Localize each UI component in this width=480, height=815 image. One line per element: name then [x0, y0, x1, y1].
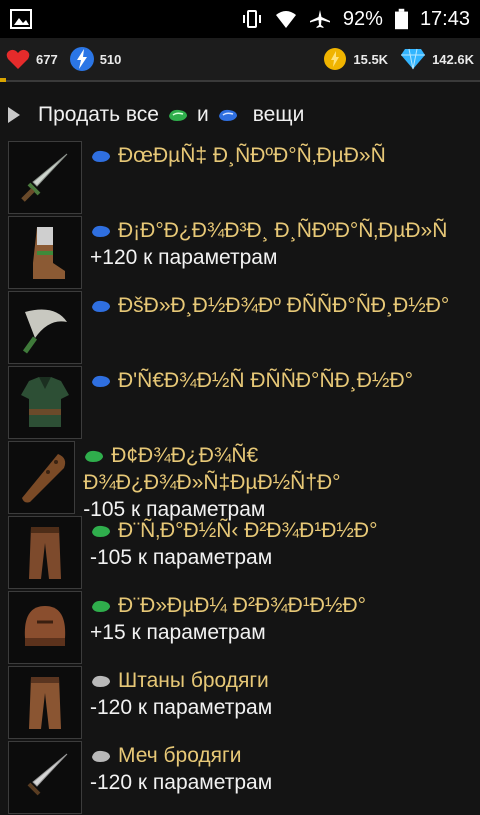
item-thumbnail: [8, 741, 82, 814]
wifi-icon: [275, 11, 296, 28]
item-name: ÐœÐµÑ‡ Ð¸ÑÐºÐ°Ñ‚ÐµÐ»Ñ: [118, 144, 386, 167]
sell-suffix: вещи: [252, 103, 305, 126]
list-item[interactable]: ÐœÐµÑ‡ Ð¸ÑÐºÐ°Ñ‚ÐµÐ»Ñ: [0, 140, 480, 215]
green-gem-icon: [168, 109, 187, 121]
energy-counter: 510: [69, 46, 122, 72]
blue-gem-icon: [92, 226, 110, 238]
gold-counter: 15.5K: [323, 47, 388, 71]
heart-icon: [6, 49, 30, 69]
item-thumbnail: [8, 141, 82, 214]
blue-gem-icon: [92, 151, 110, 163]
item-name: Ð'Ñ€Ð¾Ð½Ñ ÐÑÑÐ°ÑÐ¸Ð½Ð°: [118, 369, 414, 392]
list-item[interactable]: Ð¨Ñ‚Ð°Ð½Ñ‹ Ð²Ð¾Ð¹Ð½Ð° -105 к параметрам: [0, 515, 480, 590]
resource-bar: 677 510 15.5K 142.6K: [0, 38, 480, 82]
item-thumbnail: [8, 666, 82, 739]
sell-prefix: Продать все: [38, 103, 159, 126]
airplane-icon: [309, 10, 330, 28]
item-thumbnail: [8, 291, 82, 364]
sell-all-button[interactable]: Продать все и вещи: [0, 90, 480, 140]
item-thumbnail: [8, 591, 82, 664]
list-item[interactable]: Ð'Ñ€Ð¾Ð½Ñ ÐÑÑÐ°ÑÐ¸Ð½Ð°: [0, 365, 480, 440]
pants-icon: [29, 676, 61, 729]
gray-gem-icon: [92, 676, 110, 688]
item-name: Штаны бродяги: [118, 669, 269, 692]
health-counter: 677: [6, 48, 58, 70]
item-thumbnail: [8, 366, 82, 439]
gray-gem-icon: [92, 751, 110, 763]
lightning-icon: [69, 47, 94, 71]
dagger-icon: [22, 309, 67, 353]
battery-icon: [394, 8, 408, 30]
item-thumbnail: [8, 516, 82, 589]
image-icon: [10, 9, 32, 29]
clock: 17:43: [419, 7, 470, 30]
list-item[interactable]: ÐšÐ»Ð¸Ð½Ð¾Ðº ÐÑÑÐ°ÑÐ¸Ð½Ð°: [0, 290, 480, 365]
energy-value: 510: [99, 51, 122, 67]
item-list: ÐœÐµÑ‡ Ð¸ÑÐºÐ°Ñ‚ÐµÐ»Ñ Ð¡Ð°Ð¿Ð¾Ð³Ð¸ Ð¸ÑÐº…: [0, 140, 480, 815]
green-gem-icon: [92, 601, 110, 613]
list-item[interactable]: Ð¡Ð°Ð¿Ð¾Ð³Ð¸ Ð¸ÑÐºÐ°Ñ‚ÐµÐ»Ñ +120 к парам…: [0, 215, 480, 290]
item-name: Ð¡Ð°Ð¿Ð¾Ð³Ð¸ Ð¸ÑÐºÐ°Ñ‚ÐµÐ»Ñ: [118, 219, 448, 242]
club-icon: [21, 453, 65, 502]
crystal-counter: 142.6K: [400, 48, 474, 70]
crystal-value: 142.6K: [432, 51, 474, 67]
item-name: Ð¨Ð»ÐµÐ¼ Ð²Ð¾Ð¹Ð½Ð°: [118, 594, 367, 617]
item-name: Ð¨Ñ‚Ð°Ð½Ñ‹ Ð²Ð¾Ð¹Ð½Ð°: [118, 519, 378, 542]
green-gem-icon: [85, 451, 104, 463]
item-stat: -120 к параметрам: [90, 771, 273, 794]
play-icon: [8, 107, 20, 123]
diamond-icon: [401, 48, 426, 70]
item-thumbnail: [8, 441, 76, 514]
green-gem-icon: [92, 526, 110, 538]
vibrate-icon: [242, 10, 261, 28]
item-thumbnail: [8, 216, 82, 289]
boots-icon: [33, 226, 65, 279]
item-stat: -120 к параметрам: [90, 696, 273, 719]
gold-coin-icon: [324, 48, 347, 70]
blue-gem-icon: [218, 109, 237, 121]
blue-gem-icon: [92, 301, 110, 313]
item-stat: +15 к параметрам: [90, 621, 266, 644]
item-name: Меч бродяги: [118, 744, 242, 767]
health-value: 677: [36, 51, 58, 67]
sword-icon: [27, 753, 68, 795]
item-stat: -105 к параметрам: [90, 546, 273, 569]
battery-percent: 92%: [342, 7, 383, 30]
gold-value: 15.5K: [353, 51, 389, 67]
list-item[interactable]: Штаны бродяги -120 к параметрам: [0, 665, 480, 740]
sword-icon: [21, 153, 68, 202]
helmet-icon: [24, 605, 66, 646]
sell-middle: и: [196, 103, 209, 126]
pants-icon: [29, 526, 61, 579]
item-name: Ð¢Ð¾Ð¿Ð¾Ñ€ Ð¾Ð¿Ð¾Ð»Ñ‡ÐµÐ½Ñ†Ð°: [83, 444, 341, 494]
item-name: ÐšÐ»Ð¸Ð½Ð¾Ðº ÐÑÑÐ°ÑÐ¸Ð½Ð°: [118, 294, 450, 317]
list-item[interactable]: Меч бродяги -120 к параметрам: [0, 740, 480, 815]
progress-indicator: [0, 78, 6, 82]
list-item[interactable]: Ð¨Ð»ÐµÐ¼ Ð²Ð¾Ð¹Ð½Ð° +15 к параметрам: [0, 590, 480, 665]
blue-gem-icon: [92, 376, 110, 388]
armor-icon: [21, 376, 69, 427]
status-bar: 92% 17:43: [0, 0, 480, 38]
item-stat: +120 к параметрам: [90, 246, 278, 269]
list-item[interactable]: Ð¢Ð¾Ð¿Ð¾Ñ€ Ð¾Ð¿Ð¾Ð»Ñ‡ÐµÐ½Ñ†Ð° -105 к пар…: [0, 440, 480, 521]
